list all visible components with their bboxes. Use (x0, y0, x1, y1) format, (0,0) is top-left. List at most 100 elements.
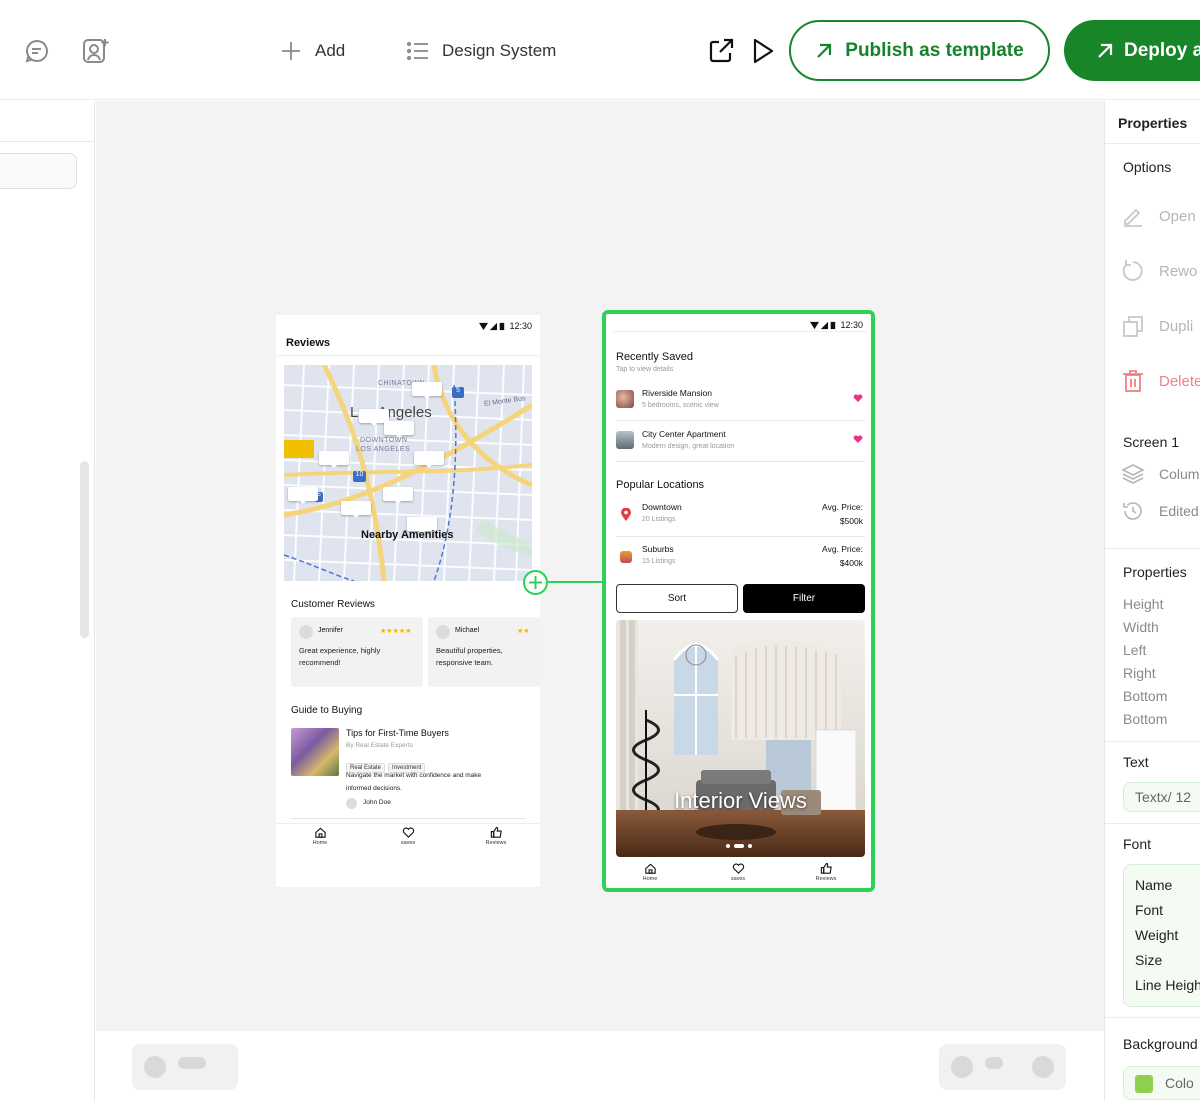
article-desc: Navigate the market with confidence and … (346, 772, 482, 779)
saved-item[interactable]: City Center Apartment Modern design, gre… (616, 421, 865, 462)
screen-item[interactable]: Edited (1121, 499, 1199, 523)
background-color-field[interactable]: Colo (1123, 1066, 1200, 1100)
option-duplicate[interactable]: Dupli (1121, 314, 1193, 338)
connection-line (548, 581, 603, 583)
heart-icon[interactable] (853, 393, 863, 403)
add-connection-button[interactable] (523, 570, 548, 595)
carousel-dot-active[interactable] (734, 844, 744, 848)
article-thumbnail[interactable] (291, 728, 339, 776)
map-marker[interactable] (384, 421, 414, 438)
divider (291, 818, 526, 819)
external-link-icon[interactable] (706, 36, 736, 66)
saved-item[interactable]: Riverside Mansion 5 bedrooms, scenic vie… (616, 380, 865, 421)
interior-photo (616, 620, 865, 857)
screen-item[interactable]: Colum (1121, 462, 1199, 486)
arrow-up-right-icon (1098, 43, 1113, 58)
zoom-controls[interactable] (132, 1044, 238, 1090)
view-button[interactable] (1032, 1056, 1054, 1078)
map-label-los-angeles: LOS ANGELES (356, 446, 411, 453)
map-marker[interactable] (319, 451, 349, 468)
map-marker[interactable] (288, 487, 318, 504)
comment-icon[interactable] (22, 36, 52, 66)
carousel-dots[interactable] (720, 844, 760, 848)
review-card[interactable]: Michael ★★ Beautiful properties, respons… (428, 617, 540, 687)
option-open[interactable]: Open (1121, 204, 1196, 228)
carousel-dot[interactable] (726, 844, 730, 848)
publish-template-button[interactable]: Publish as template (789, 20, 1050, 81)
screen-title: Screen 1 (1123, 434, 1180, 450)
nav-reviews-label: Reviews (485, 840, 507, 846)
background-color-value: Colo (1165, 1075, 1194, 1091)
carousel-dot[interactable] (748, 844, 752, 848)
text-style-field[interactable]: Textx/ 12 (1123, 782, 1200, 812)
map-marker[interactable] (414, 451, 444, 468)
left-panel-search-input[interactable] (0, 153, 77, 189)
left-panel-scrollbar[interactable] (80, 461, 89, 638)
option-label: Delete (1159, 372, 1200, 390)
screen-item-label: Colum (1159, 466, 1200, 482)
location-name: Suburbs (642, 544, 674, 554)
screen-reviews[interactable]: 12:30 Reviews CHINATOWN Los Angeles DOWN… (276, 315, 540, 887)
star-rating: ★★★★★ (380, 628, 412, 635)
nav-saves[interactable]: saves (388, 826, 428, 846)
reviewer-name: Jennifer (318, 627, 343, 634)
map-graphic (284, 365, 532, 581)
add-user-icon[interactable] (80, 36, 110, 66)
article-title[interactable]: Tips for First-Time Buyers (346, 728, 449, 738)
view-toggle[interactable] (985, 1057, 1003, 1069)
highway-shield-5: 5 (452, 387, 464, 398)
font-fields[interactable]: Name Font Weight Size Line Heigh (1123, 864, 1200, 1007)
arrow-up-right-icon (817, 43, 832, 58)
saved-item-desc: 5 bedrooms, scenic view (642, 402, 719, 409)
plus-icon (529, 576, 542, 589)
nav-saves[interactable]: saves (718, 862, 758, 882)
map-marker[interactable] (383, 487, 413, 504)
deploy-button[interactable]: Deploy a (1064, 20, 1200, 81)
interior-hero-image[interactable]: Interior Views (616, 620, 865, 857)
hero-caption: Interior Views (674, 788, 807, 813)
filter-button[interactable]: Filter (743, 584, 865, 613)
design-canvas[interactable] (96, 101, 1104, 1031)
map-overlay-title: Nearby Amenities (361, 529, 454, 541)
location-item[interactable]: Downtown 20 Listings Avg. Price: $500k (616, 496, 865, 537)
add-label: Add (315, 41, 346, 60)
option-label: Open (1159, 207, 1196, 225)
map-marker[interactable] (412, 382, 442, 399)
nav-reviews[interactable]: Reviews (806, 862, 846, 882)
view-button[interactable] (951, 1056, 973, 1078)
option-label: Rewo (1159, 262, 1198, 280)
article-desc: informed decisions. (346, 785, 402, 792)
map-pin-icon (621, 508, 631, 521)
price-label: Avg. Price: (822, 502, 863, 512)
nav-reviews[interactable]: Reviews (476, 826, 516, 846)
zoom-out-button[interactable] (144, 1056, 166, 1078)
signal-icon (479, 322, 505, 330)
design-system-button[interactable]: Design System (406, 38, 556, 64)
option-rework[interactable]: Rewo (1121, 259, 1197, 283)
zoom-level[interactable] (178, 1057, 206, 1069)
article-byline: By Real Estate Experts (346, 742, 413, 749)
font-section-title: Font (1123, 836, 1152, 852)
play-icon[interactable] (748, 36, 778, 66)
color-swatch[interactable] (1135, 1075, 1153, 1093)
header-divider (276, 355, 540, 356)
trash-icon (1123, 370, 1143, 392)
guide-title: Guide to Buying (291, 705, 363, 716)
location-item[interactable]: Suburbs 15 Listings Avg. Price: $400k (616, 538, 865, 579)
review-card[interactable]: Jennifer ★★★★★ Great experience, highly … (291, 617, 423, 687)
add-button[interactable]: Add (279, 38, 345, 64)
map-marker[interactable] (341, 501, 371, 518)
left-panel-divider (0, 141, 95, 142)
sort-button[interactable]: Sort (616, 584, 738, 613)
header-divider (612, 331, 867, 332)
map-view[interactable]: CHINATOWN Los Angeles DOWNTOWN LOS ANGEL… (284, 365, 532, 581)
nav-home[interactable]: Home (300, 826, 340, 846)
screen-saved-selected[interactable]: 12:30 Recently Saved Tap to view details… (602, 310, 875, 892)
nav-home[interactable]: Home (630, 862, 670, 882)
option-delete[interactable]: Delete (1121, 369, 1200, 393)
nav-saves-label: saves (400, 840, 416, 846)
popular-locations-title: Popular Locations (616, 479, 705, 491)
view-controls[interactable] (939, 1044, 1066, 1090)
nav-reviews-label: Reviews (815, 876, 837, 882)
heart-icon[interactable] (853, 434, 863, 444)
